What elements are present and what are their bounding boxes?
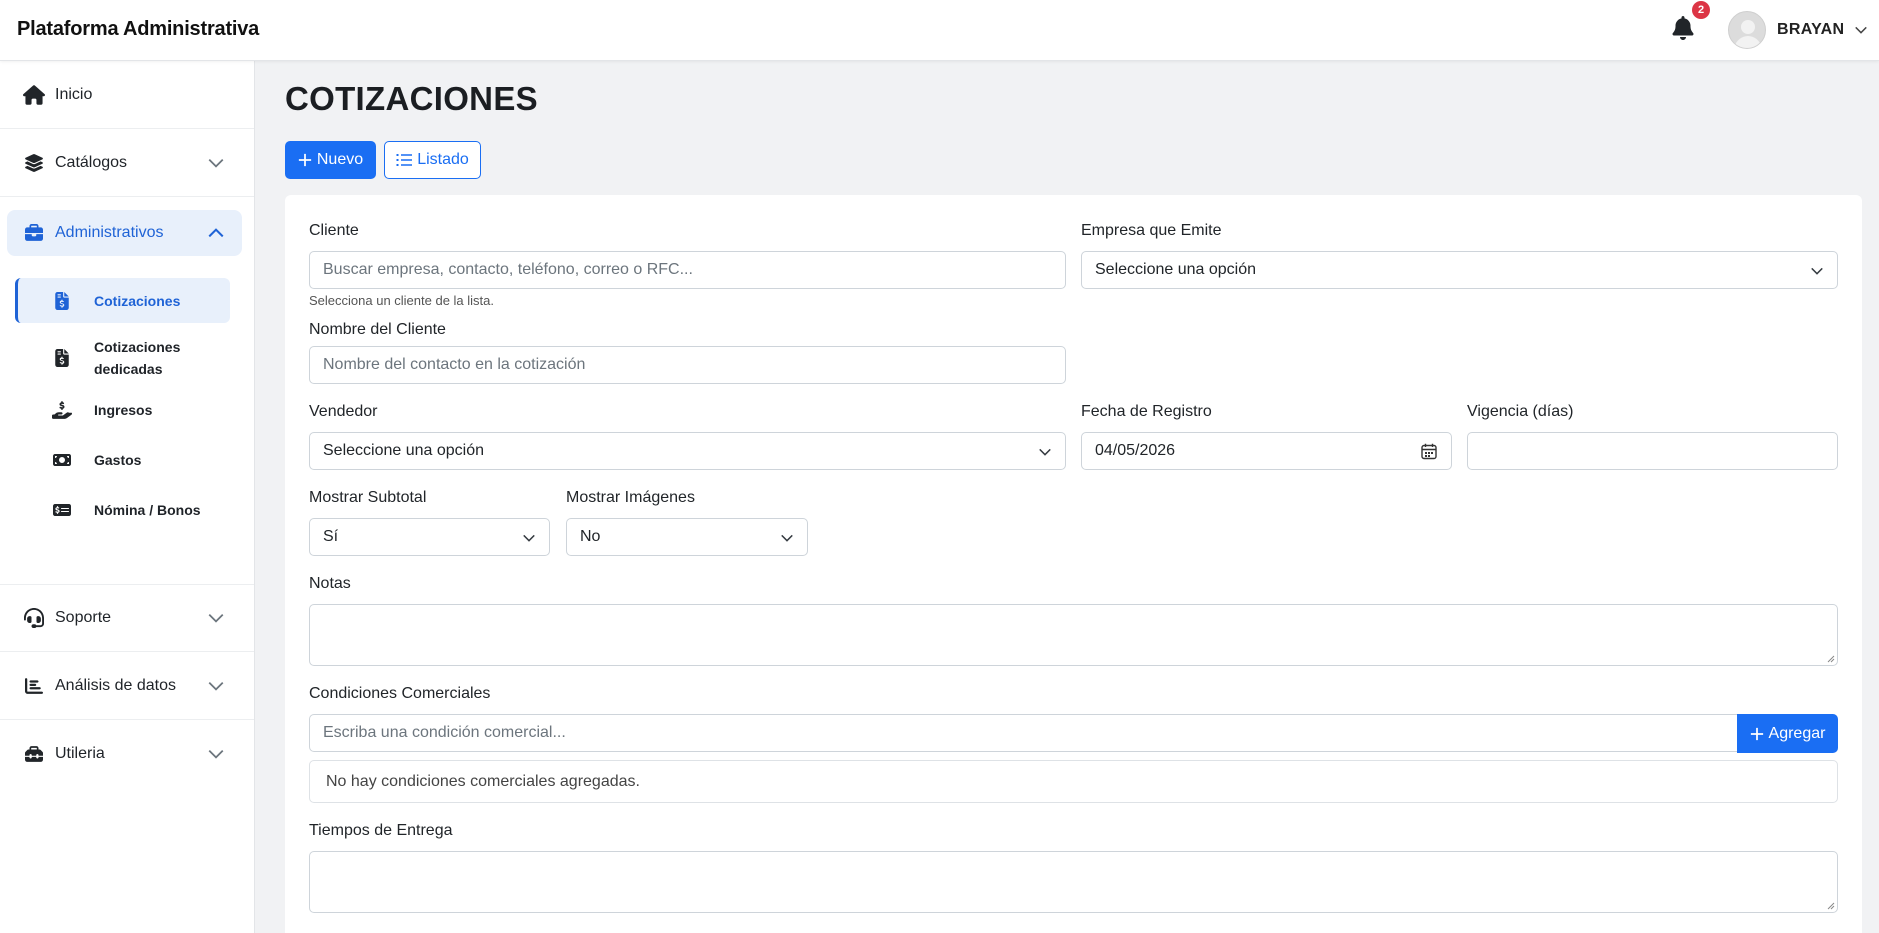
list-button-label: Listado <box>417 151 469 168</box>
vigencia-label: Vigencia (días) <box>1467 403 1574 420</box>
bell-icon[interactable] <box>1672 16 1694 40</box>
brand-title[interactable]: Plataforma Administrativa <box>17 18 259 41</box>
sidebar-item-analisis-de-datos[interactable]: Análisis de datos <box>0 652 254 720</box>
sidebar-subitem-label-line1: Cotizaciones <box>94 339 181 355</box>
sidebar-item-label: Análisis de datos <box>55 676 176 694</box>
list-icon <box>396 153 413 167</box>
user-name[interactable]: BRAYAN <box>1777 21 1844 39</box>
fecha-registro-label: Fecha de Registro <box>1081 403 1212 420</box>
mostrar-subtotal-value: Sí <box>323 528 339 545</box>
sidebar-item-label: Catálogos <box>55 153 128 171</box>
sidebar-item-label: Inicio <box>55 85 93 103</box>
sidebar-item-label: Utileria <box>55 745 105 762</box>
sidebar-item-label: Soporte <box>55 609 112 626</box>
notas-textarea[interactable] <box>309 604 1838 666</box>
sidebar-subitem-label: Nómina / Bonos <box>94 502 201 518</box>
plus-icon <box>298 153 312 167</box>
nombre-cliente-input[interactable]: Nombre del contacto en la cotización <box>309 346 1066 384</box>
empresa-label: Empresa que Emite <box>1081 222 1222 239</box>
top-navbar: Plataforma Administrativa 2 BRAYAN <box>0 0 1879 61</box>
mostrar-imagenes-label: Mostrar Imágenes <box>566 489 695 506</box>
page-title: COTIZACIONES <box>285 80 538 117</box>
list-button[interactable]: Listado <box>384 141 481 179</box>
sidebar-subitem-ingresos[interactable]: Ingresos <box>15 390 230 430</box>
condicion-comercial-input[interactable]: Escriba una condición comercial... <box>309 714 1738 752</box>
hand-holding-dollar-icon <box>52 399 72 421</box>
sidebar-item-soporte[interactable]: Soporte <box>0 584 254 652</box>
mostrar-imagenes-select[interactable]: No <box>566 518 808 556</box>
cliente-label: Cliente <box>309 222 359 239</box>
chevron-down-icon[interactable] <box>207 677 225 695</box>
mostrar-subtotal-select[interactable]: Sí <box>309 518 550 556</box>
home-icon <box>22 83 46 107</box>
money-check-icon <box>52 499 72 521</box>
user-avatar-icon <box>1734 20 1762 48</box>
resize-grip-icon[interactable] <box>1827 655 1835 663</box>
chevron-down-icon <box>1039 448 1051 456</box>
tiempos-entrega-textarea[interactable] <box>309 851 1838 913</box>
sidebar-subitem-label: Cotizaciones dedicadas <box>94 336 180 380</box>
resize-grip-icon[interactable] <box>1827 902 1835 910</box>
sidebar-item-inicio[interactable]: Inicio <box>0 61 254 129</box>
agregar-condicion-button[interactable]: Agregar <box>1737 714 1838 753</box>
sidebar-subitem-cotizaciones-dedicadas[interactable]: Cotizaciones dedicadas <box>15 333 230 383</box>
empresa-select-value: Seleccione una opción <box>1095 261 1257 278</box>
vendedor-label: Vendedor <box>309 403 378 420</box>
sidebar-subitem-label: Cotizaciones <box>94 292 181 309</box>
layers-icon <box>22 151 46 175</box>
sidebar-item-label: Administrativos <box>55 224 164 241</box>
chevron-down-icon <box>781 534 793 542</box>
tiempos-entrega-label: Tiempos de Entrega <box>309 822 453 839</box>
sidebar-subitem-nomina-bonos[interactable]: Nómina / Bonos <box>15 490 230 530</box>
sidebar-subitem-gastos[interactable]: Gastos <box>15 440 230 480</box>
new-button[interactable]: Nuevo <box>285 141 376 179</box>
chevron-up-icon[interactable] <box>207 224 225 242</box>
briefcase-icon <box>22 221 46 245</box>
notification-badge: 2 <box>1692 1 1710 19</box>
chevron-down-icon[interactable] <box>207 154 225 172</box>
avatar[interactable] <box>1728 11 1766 49</box>
condiciones-label: Condiciones Comerciales <box>309 685 491 702</box>
notas-label: Notas <box>309 575 351 592</box>
mostrar-subtotal-label: Mostrar Subtotal <box>309 489 427 506</box>
agregar-button-label: Agregar <box>1768 724 1826 742</box>
vendedor-select[interactable]: Seleccione una opción <box>309 432 1066 470</box>
cliente-search-input[interactable]: Buscar empresa, contacto, teléfono, corr… <box>309 251 1066 289</box>
sidebar-subitem-label-line2: dedicadas <box>94 361 163 377</box>
user-menu[interactable]: BRAYAN <box>1728 11 1868 49</box>
sidebar-item-catalogos[interactable]: Catálogos <box>0 129 254 197</box>
fecha-registro-input[interactable]: 04/05/2026 <box>1081 432 1452 470</box>
empresa-select[interactable]: Seleccione una opción <box>1081 251 1838 289</box>
sidebar-item-utileria[interactable]: Utileria <box>0 720 254 788</box>
money-bill-icon <box>52 449 72 471</box>
sidebar-subitem-label: Gastos <box>94 452 142 468</box>
fecha-registro-value: 04/05/2026 <box>1095 442 1176 459</box>
new-button-label: Nuevo <box>316 151 364 168</box>
toolbox-icon <box>22 742 46 766</box>
invoice-dollar-icon <box>52 347 72 369</box>
vigencia-input[interactable] <box>1467 432 1838 470</box>
bar-chart-icon <box>22 674 46 698</box>
calendar-icon[interactable] <box>1421 443 1437 460</box>
chevron-down-icon <box>1811 267 1823 275</box>
chevron-down-icon <box>523 534 535 542</box>
cliente-help-text: Selecciona un cliente de la lista. <box>309 293 495 308</box>
sidebar-item-administrativos[interactable]: Administrativos <box>7 210 242 256</box>
sidebar-subitem-cotizaciones[interactable]: Cotizaciones <box>15 278 230 323</box>
nombre-cliente-label: Nombre del Cliente <box>309 321 446 338</box>
quote-form-card <box>285 195 1862 933</box>
mostrar-imagenes-value: No <box>580 528 601 545</box>
sidebar: Inicio Catálogos Administrativos Cotizac… <box>0 61 255 933</box>
sidebar-subitem-label: Ingresos <box>94 402 153 418</box>
condiciones-empty-message: No hay condiciones comerciales agregadas… <box>309 760 1838 803</box>
plus-icon <box>1750 727 1764 741</box>
headset-icon <box>22 606 46 630</box>
vendedor-select-value: Seleccione una opción <box>323 442 485 459</box>
chevron-down-icon[interactable] <box>1854 23 1868 37</box>
chevron-down-icon[interactable] <box>207 609 225 627</box>
invoice-dollar-icon <box>52 290 72 312</box>
chevron-down-icon[interactable] <box>207 745 225 763</box>
